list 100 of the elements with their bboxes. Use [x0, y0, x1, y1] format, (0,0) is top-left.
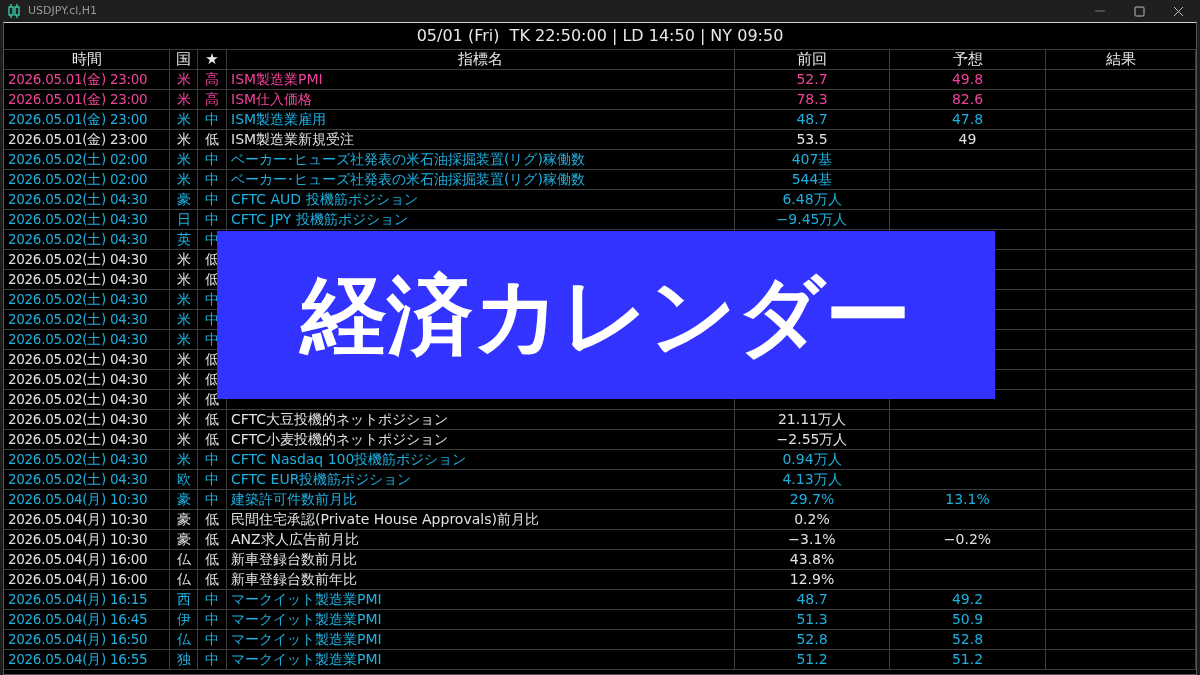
forecast-value: 49 [958, 131, 977, 147]
time-cell: 2026.05.02(土) 04:30 [8, 431, 148, 447]
time-cell: 2026.05.02(土) 04:30 [8, 211, 148, 227]
previous-value: −3.1% [788, 531, 836, 547]
indicator-name: ISM製造業雇用 [231, 111, 327, 127]
indicator-name: マークイット製造業PMI [231, 631, 382, 647]
country-cell: 独 [176, 651, 191, 667]
country-cell: 米 [176, 151, 191, 167]
indicator-name: ISM仕入価格 [231, 91, 313, 107]
importance-cell: 中 [205, 491, 219, 507]
forecast-value: 51.2 [951, 651, 984, 667]
forecast-value: 47.8 [951, 111, 984, 127]
importance-cell: 高 [205, 71, 219, 87]
time-cell: 2026.05.04(月) 16:00 [8, 551, 148, 567]
previous-value: 51.2 [796, 651, 828, 667]
time-cell: 2026.05.02(土) 04:30 [8, 411, 148, 427]
time-cell: 2026.05.01(金) 23:00 [8, 91, 148, 107]
previous-value: 4.13万人 [782, 471, 842, 487]
importance-cell: 高 [205, 91, 219, 107]
previous-value: 0.94万人 [782, 451, 842, 467]
indicator-name: CFTC小麦投機的ネットポジション [231, 431, 449, 447]
importance-cell: 中 [205, 191, 219, 207]
forecast-value: 13.1% [945, 491, 990, 507]
importance-cell: 中 [205, 211, 219, 227]
time-cell: 2026.05.02(土) 04:30 [8, 311, 148, 327]
importance-cell: 中 [205, 171, 219, 187]
country-cell: 米 [176, 391, 191, 407]
indicator-name: CFTC Nasdaq 100投機筋ポジション [231, 451, 467, 467]
importance-cell: 中 [205, 451, 219, 467]
clock-text: 05/01 (Fri) TK 22:50:00 | LD 14:50 | NY 09:50 [416, 25, 784, 47]
time-cell: 2026.05.02(土) 04:30 [8, 231, 148, 247]
previous-value: 52.8 [796, 631, 828, 647]
importance-cell: 低 [205, 391, 219, 407]
time-cell: 2026.05.02(土) 02:00 [8, 171, 148, 187]
column-header: 指標名 [458, 50, 503, 68]
indicator-name: ANZ求人広告前月比 [231, 531, 359, 547]
importance-cell: 低 [205, 511, 219, 527]
country-cell: 豪 [176, 491, 191, 507]
time-cell: 2026.05.02(土) 04:30 [8, 271, 148, 287]
forecast-value: 82.6 [951, 91, 984, 107]
previous-value: −2.55万人 [776, 431, 848, 447]
importance-cell: 中 [205, 231, 219, 247]
country-cell: 米 [176, 311, 191, 327]
country-cell: 米 [176, 411, 191, 427]
country-cell: 米 [176, 91, 191, 107]
time-cell: 2026.05.04(月) 16:00 [8, 571, 148, 587]
importance-cell: 中 [205, 631, 219, 647]
column-header: 国 [176, 50, 191, 68]
previous-value: 53.5 [796, 131, 828, 147]
country-cell: 米 [176, 371, 191, 387]
indicator-name: 民間住宅承認(Private House Approvals)前月比 [231, 511, 539, 527]
indicator-name: CFTC大豆投機的ネットポジション [231, 411, 449, 427]
time-cell: 2026.05.02(土) 04:30 [8, 371, 148, 387]
close-icon[interactable] [1173, 5, 1184, 17]
country-cell: 米 [176, 271, 191, 287]
importance-cell: 中 [205, 591, 219, 607]
previous-value: 407基 [791, 151, 833, 167]
forecast-value: −0.2% [943, 531, 992, 547]
country-cell: 豪 [176, 191, 191, 207]
importance-cell: 低 [205, 131, 219, 147]
forecast-value: 49.8 [951, 71, 984, 87]
indicator-name: 新車登録台数前月比 [231, 551, 357, 567]
country-cell: 米 [176, 251, 191, 267]
indicator-name: マークイット製造業PMI [231, 611, 382, 627]
importance-cell: 低 [205, 571, 219, 587]
indicator-name: 新車登録台数前年比 [231, 571, 357, 587]
previous-value: 21.11万人 [777, 411, 847, 427]
indicator-name: CFTC EUR投機筋ポジション [231, 471, 412, 487]
previous-value: 51.3 [796, 611, 828, 627]
previous-value: 48.7 [796, 111, 828, 127]
indicator-name: ベーカー･ヒューズ社発表の米石油採掘装置(リグ)稼働数 [231, 151, 585, 167]
time-cell: 2026.05.01(金) 23:00 [8, 71, 148, 87]
indicator-name: ベーカー･ヒューズ社発表の米石油採掘装置(リグ)稼働数 [231, 171, 585, 187]
importance-cell: 中 [205, 291, 219, 307]
importance-cell: 低 [205, 551, 219, 567]
importance-cell: 中 [205, 471, 219, 487]
indicator-name: ISM製造業新規受注 [231, 131, 355, 147]
time-cell: 2026.05.02(土) 04:30 [8, 351, 148, 367]
country-cell: 豪 [176, 531, 191, 547]
forecast-value: 52.8 [951, 631, 984, 647]
time-cell: 2026.05.01(金) 23:00 [8, 131, 148, 147]
country-cell: 仏 [176, 571, 191, 587]
forecast-value: 49.2 [951, 591, 984, 607]
time-cell: 2026.05.02(土) 04:30 [8, 471, 148, 487]
previous-value: 52.7 [796, 71, 828, 87]
maximize-icon[interactable] [1134, 5, 1145, 17]
indicator-name: ISM製造業PMI [231, 71, 323, 87]
country-cell: 仏 [176, 631, 191, 647]
candlestick-icon [8, 4, 20, 18]
country-cell: 西 [176, 591, 191, 607]
country-cell: 米 [176, 71, 191, 87]
country-cell: 米 [176, 171, 191, 187]
time-cell: 2026.05.02(土) 04:30 [8, 291, 148, 307]
importance-cell: 中 [205, 151, 219, 167]
column-header: 結果 [1105, 50, 1136, 68]
previous-value: 6.48万人 [782, 191, 842, 207]
time-cell: 2026.05.04(月) 16:45 [8, 611, 148, 627]
column-header: ★ [205, 50, 219, 68]
country-cell: 米 [176, 131, 191, 147]
country-cell: 米 [176, 291, 191, 307]
